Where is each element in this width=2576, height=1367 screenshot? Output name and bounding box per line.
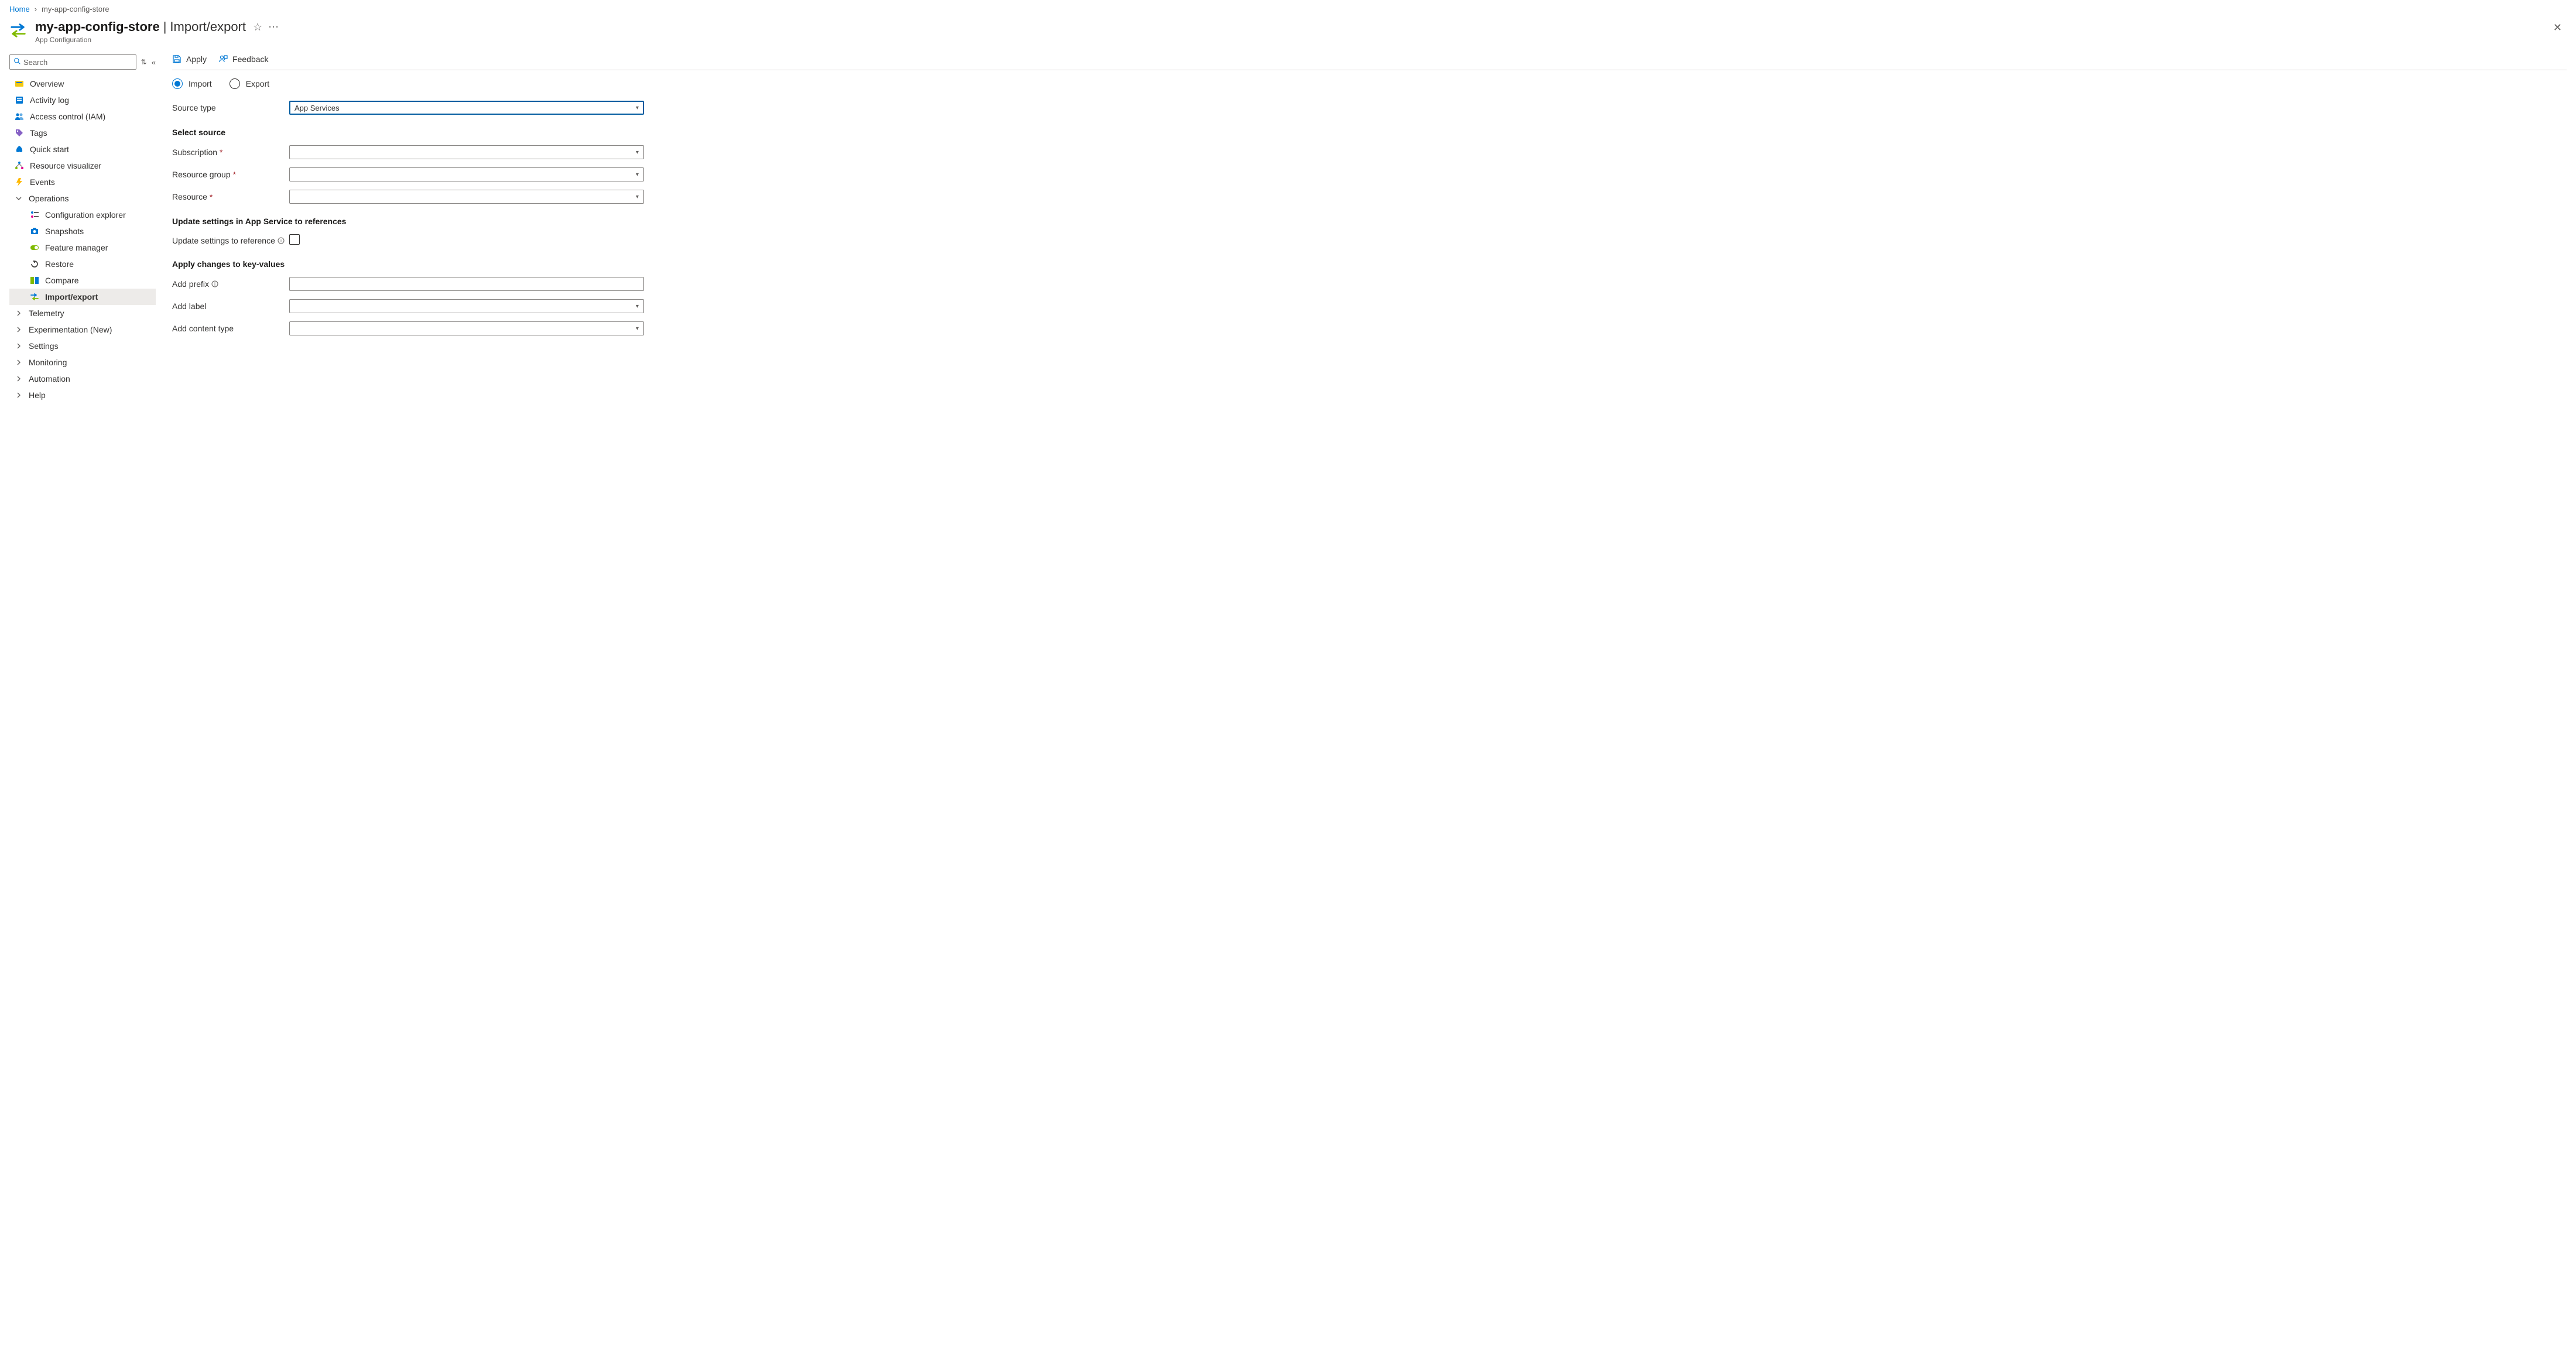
resource-select[interactable]: ▾ [289, 190, 644, 204]
add-label-select[interactable]: ▾ [289, 299, 644, 313]
sidebar-group-experimentation[interactable]: Experimentation (New) [9, 321, 156, 338]
radio-import[interactable]: Import [172, 78, 212, 89]
tags-icon [15, 128, 24, 138]
add-content-type-label: Add content type [172, 324, 289, 333]
main-content: Apply Feedback Import Export [172, 54, 2567, 403]
update-ref-label: Update settings to reference i [172, 236, 289, 245]
radio-export[interactable]: Export [229, 78, 269, 89]
page-subtitle: App Configuration [35, 36, 2540, 44]
apply-button[interactable]: Apply [172, 54, 207, 64]
more-actions-icon[interactable]: ⋯ [268, 21, 279, 33]
add-content-type-select[interactable]: ▾ [289, 321, 644, 335]
sidebar-item-feature-manager[interactable]: Feature manager [9, 239, 156, 256]
chevron-right-icon: › [35, 5, 37, 13]
breadcrumb-current: my-app-config-store [42, 5, 109, 13]
feedback-icon [218, 54, 228, 64]
chevron-right-icon [15, 309, 23, 317]
sidebar-item-access-control[interactable]: Access control (IAM) [9, 108, 156, 125]
import-export-small-icon [30, 292, 39, 302]
page-header: my-app-config-store | Import/export ☆ ⋯ … [9, 19, 2567, 44]
breadcrumb-home-link[interactable]: Home [9, 5, 30, 13]
activity-log-icon [15, 95, 24, 105]
chevron-right-icon [15, 375, 23, 383]
sidebar-group-automation[interactable]: Automation [9, 371, 156, 387]
source-type-label: Source type [172, 103, 289, 112]
resource-group-select[interactable]: ▾ [289, 167, 644, 181]
sidebar-item-configuration-explorer[interactable]: Configuration explorer [9, 207, 156, 223]
source-type-select[interactable]: App Services ▾ [289, 101, 644, 115]
chevron-down-icon: ▾ [636, 172, 639, 178]
close-icon[interactable]: ✕ [2548, 19, 2567, 36]
import-export-radio-group: Import Export [172, 78, 2567, 89]
collapse-sidebar-icon[interactable]: « [152, 58, 156, 67]
updown-icon[interactable]: ⇅ [141, 58, 147, 66]
configuration-explorer-icon [30, 210, 39, 220]
events-icon [15, 177, 24, 187]
add-prefix-input[interactable] [289, 277, 644, 291]
feedback-button[interactable]: Feedback [218, 54, 268, 64]
sidebar-search[interactable] [9, 54, 136, 70]
update-settings-heading: Update settings in App Service to refere… [172, 217, 2567, 226]
sidebar-item-tags[interactable]: Tags [9, 125, 156, 141]
access-control-icon [15, 112, 24, 121]
resource-label: Resource* [172, 192, 289, 201]
sidebar-item-import-export[interactable]: Import/export [9, 289, 156, 305]
sidebar-item-events[interactable]: Events [9, 174, 156, 190]
breadcrumb: Home › my-app-config-store [9, 5, 2567, 13]
sidebar: ⇅ « Overview Activity log [9, 54, 156, 403]
sidebar-item-activity-log[interactable]: Activity log [9, 92, 156, 108]
restore-icon [30, 259, 39, 269]
sidebar-item-restore[interactable]: Restore [9, 256, 156, 272]
subscription-label: Subscription* [172, 148, 289, 157]
overview-icon [15, 79, 24, 88]
svg-text:i: i [280, 238, 282, 244]
add-label-label: Add label [172, 302, 289, 311]
update-ref-checkbox[interactable] [289, 234, 300, 245]
sidebar-group-operations[interactable]: Operations [9, 190, 156, 207]
add-prefix-label: Add prefix i [172, 279, 289, 289]
quick-start-icon [15, 145, 24, 154]
chevron-right-icon [15, 342, 23, 350]
select-source-heading: Select source [172, 128, 2567, 137]
resource-visualizer-icon [15, 161, 24, 170]
page-title: my-app-config-store | Import/export [35, 19, 246, 35]
sidebar-group-monitoring[interactable]: Monitoring [9, 354, 156, 371]
sidebar-group-telemetry[interactable]: Telemetry [9, 305, 156, 321]
favorite-star-icon[interactable]: ☆ [253, 21, 262, 33]
chevron-down-icon: ▾ [636, 105, 639, 111]
chevron-right-icon [15, 326, 23, 334]
toolbar: Apply Feedback [172, 54, 2567, 70]
import-export-icon [9, 22, 27, 39]
sidebar-item-quick-start[interactable]: Quick start [9, 141, 156, 157]
chevron-down-icon: ▾ [636, 326, 639, 332]
svg-text:i: i [214, 282, 215, 287]
info-icon[interactable]: i [211, 280, 218, 287]
snapshots-icon [30, 227, 39, 236]
sidebar-item-overview[interactable]: Overview [9, 76, 156, 92]
apply-changes-heading: Apply changes to key-values [172, 259, 2567, 269]
chevron-right-icon [15, 358, 23, 366]
info-icon[interactable]: i [278, 237, 285, 244]
sidebar-item-resource-visualizer[interactable]: Resource visualizer [9, 157, 156, 174]
resource-group-label: Resource group* [172, 170, 289, 179]
chevron-down-icon: ▾ [636, 149, 639, 156]
chevron-down-icon [15, 194, 23, 203]
chevron-down-icon: ▾ [636, 194, 639, 200]
subscription-select[interactable]: ▾ [289, 145, 644, 159]
feature-manager-icon [30, 243, 39, 252]
chevron-right-icon [15, 391, 23, 399]
search-input[interactable] [21, 58, 132, 67]
save-icon [172, 54, 181, 64]
sidebar-item-compare[interactable]: Compare [9, 272, 156, 289]
chevron-down-icon: ▾ [636, 303, 639, 310]
sidebar-item-snapshots[interactable]: Snapshots [9, 223, 156, 239]
sidebar-group-help[interactable]: Help [9, 387, 156, 403]
compare-icon [30, 276, 39, 285]
sidebar-group-settings[interactable]: Settings [9, 338, 156, 354]
search-icon [13, 57, 21, 67]
